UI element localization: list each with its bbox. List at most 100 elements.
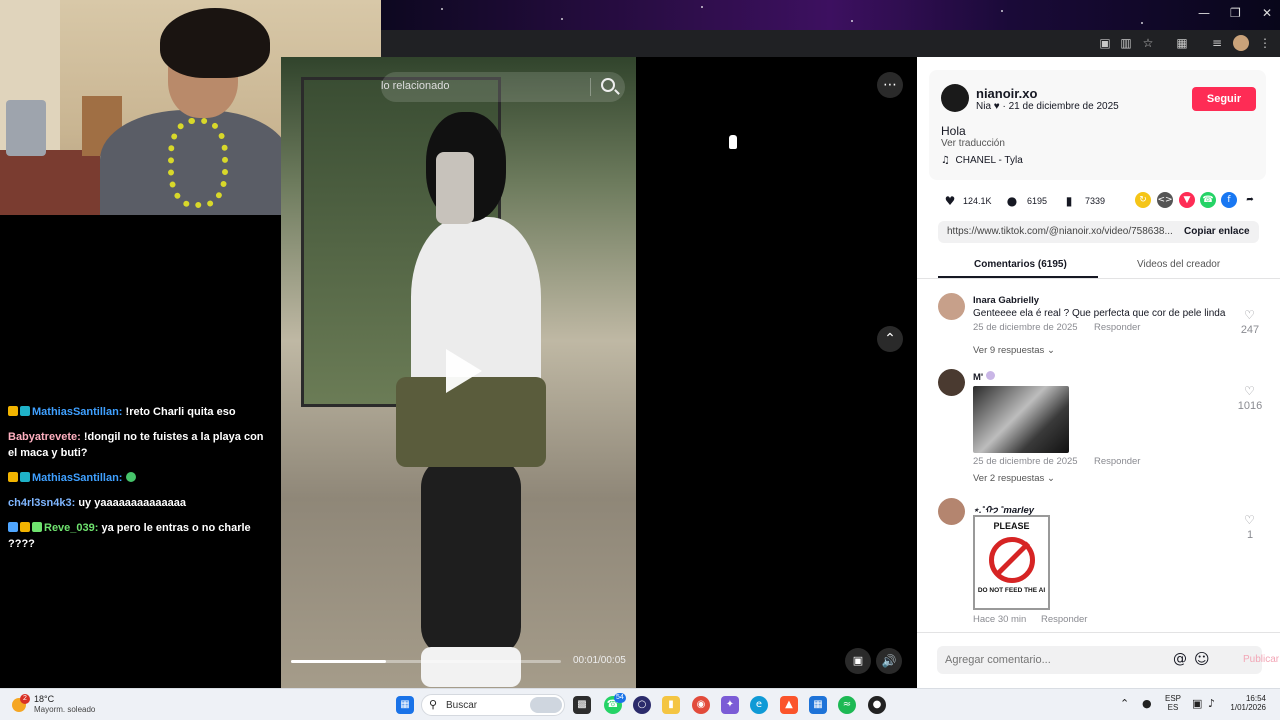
chevron-down-icon: ⌄ bbox=[1046, 345, 1055, 356]
extensions-icon[interactable]: ▦ bbox=[1174, 35, 1190, 51]
no-ai-sticker[interactable]: PLEASE DO NOT FEED THE AI bbox=[973, 515, 1050, 610]
chat-message: ch4rl3sn4k3: uy yaaaaaaaaaaaaaa bbox=[8, 495, 268, 511]
video-player[interactable]: 00:01/00:05 bbox=[281, 57, 636, 688]
tab-comments[interactable]: Comentarios (6195) bbox=[974, 259, 1067, 270]
author-username[interactable]: nianoir.xo bbox=[976, 86, 1037, 101]
comment-date: Hace 30 min bbox=[973, 614, 1027, 625]
minimize-icon[interactable]: — bbox=[1198, 6, 1210, 20]
volume-icon[interactable]: ♪ bbox=[1208, 697, 1215, 710]
bookmark-icon[interactable]: ▮ bbox=[1062, 194, 1076, 208]
windows-start-icon[interactable]: ▦ bbox=[396, 696, 414, 714]
reply-button[interactable]: Responder bbox=[1094, 322, 1140, 333]
weather-widget[interactable]: 2 18°C Mayorm. soleado bbox=[12, 694, 112, 718]
reply-button[interactable]: Responder bbox=[1094, 456, 1140, 467]
active-tab-indicator bbox=[938, 276, 1098, 278]
play-icon[interactable] bbox=[446, 349, 482, 393]
publish-button[interactable]: Publicar bbox=[1243, 654, 1279, 665]
commenter-avatar[interactable] bbox=[938, 369, 965, 396]
chrome-icon[interactable]: ◉ bbox=[692, 696, 710, 714]
search-highlight-image bbox=[530, 697, 562, 713]
cortana-icon[interactable]: ○ bbox=[633, 696, 651, 714]
reply-button[interactable]: Responder bbox=[1041, 614, 1087, 625]
microphone-icon[interactable]: ● bbox=[1142, 697, 1152, 710]
embed-icon[interactable]: <> bbox=[1157, 192, 1173, 208]
comment-input[interactable] bbox=[945, 652, 1165, 668]
see-translation-link[interactable]: Ver traducción bbox=[941, 138, 1005, 149]
related-search-text: lo relacionado bbox=[381, 80, 450, 92]
install-app-icon[interactable]: ▣ bbox=[1097, 35, 1113, 51]
video-progress-bar[interactable] bbox=[291, 660, 561, 663]
post-link[interactable]: https://www.tiktok.com/@nianoir.xo/video… bbox=[947, 226, 1175, 237]
file-explorer-icon[interactable]: ▮ bbox=[662, 696, 680, 714]
store-icon[interactable]: ▦ bbox=[809, 696, 827, 714]
language-indicator[interactable]: ESP ES bbox=[1163, 694, 1183, 712]
profile-avatar-icon[interactable] bbox=[1233, 35, 1249, 51]
comment-image[interactable] bbox=[973, 386, 1069, 453]
copilot-icon[interactable]: ✦ bbox=[721, 696, 739, 714]
menu-kebab-icon[interactable]: ⋮ bbox=[1257, 35, 1273, 51]
edge-icon[interactable]: e bbox=[750, 696, 768, 714]
chat-text: !reto Charli quita eso bbox=[125, 406, 236, 418]
comment-like-count: 247 bbox=[1240, 324, 1260, 336]
obs-icon[interactable]: ● bbox=[868, 696, 886, 714]
spotify-icon[interactable]: ≈ bbox=[838, 696, 856, 714]
browser-title-bar: — ❐ ✕ bbox=[381, 0, 1280, 30]
reading-list-icon[interactable]: ≡ bbox=[1209, 35, 1225, 51]
crown-badge-icon bbox=[8, 406, 18, 416]
comment-divider bbox=[917, 632, 1280, 633]
commenter-name[interactable]: M' bbox=[973, 371, 995, 383]
commenter-avatar[interactable] bbox=[938, 498, 965, 525]
music-link[interactable]: ♫ CHANEL - Tyla bbox=[941, 155, 1023, 166]
heart-icon[interactable]: ♥ bbox=[943, 194, 957, 208]
share-arrow-icon[interactable]: ➦ bbox=[1242, 192, 1258, 208]
comment-date: 25 de diciembre de 2025 bbox=[973, 322, 1078, 333]
author-display-name: Nia bbox=[976, 101, 992, 112]
commenter-avatar[interactable] bbox=[938, 293, 965, 320]
copy-link-button[interactable]: Copiar enlace bbox=[1184, 226, 1250, 237]
maximize-icon[interactable]: ❐ bbox=[1230, 6, 1241, 20]
view-replies-link[interactable]: Ver 9 respuestas ⌄ bbox=[973, 345, 1055, 356]
author-avatar[interactable] bbox=[941, 84, 969, 112]
commenter-name[interactable]: Inara Gabrielly bbox=[973, 295, 1039, 306]
close-icon[interactable]: ✕ bbox=[1262, 6, 1272, 20]
network-icon[interactable]: ▣ bbox=[1192, 697, 1202, 710]
more-options-icon[interactable]: ⋯ bbox=[877, 72, 903, 98]
video-time: 00:01/00:05 bbox=[573, 655, 626, 666]
previous-video-chevron-up-icon[interactable]: ⌃ bbox=[877, 326, 903, 352]
brave-icon[interactable]: ▲ bbox=[780, 696, 798, 714]
facebook-icon[interactable]: f bbox=[1221, 192, 1237, 208]
comment-like-count: 1016 bbox=[1237, 400, 1263, 412]
sticker-bottom-text: DO NOT FEED THE AI bbox=[977, 587, 1046, 594]
mention-icon[interactable]: @ bbox=[1173, 651, 1187, 667]
emoji-picker-icon[interactable]: ☺ bbox=[1194, 650, 1210, 668]
comment-like-icon[interactable]: ♡ bbox=[1244, 384, 1255, 398]
comment-icon[interactable]: ● bbox=[1005, 194, 1019, 208]
comment-like-icon[interactable]: ♡ bbox=[1244, 513, 1255, 527]
bookmark-star-icon[interactable]: ☆ bbox=[1140, 35, 1156, 51]
tab-creator-videos[interactable]: Videos del creador bbox=[1137, 259, 1220, 270]
tray-chevron-up-icon[interactable]: ⌃ bbox=[1120, 697, 1129, 710]
crown-badge-icon bbox=[8, 472, 18, 482]
picture-in-picture-icon[interactable]: ▣ bbox=[845, 648, 871, 674]
volume-icon[interactable]: 🔊 bbox=[876, 648, 902, 674]
weather-badge: 2 bbox=[20, 694, 30, 704]
view-replies-link[interactable]: Ver 2 respuestas ⌄ bbox=[973, 473, 1055, 484]
repost-icon[interactable]: ↻ bbox=[1135, 192, 1151, 208]
star-badge-icon bbox=[32, 522, 42, 532]
search-divider bbox=[590, 78, 591, 96]
taskbar-search[interactable]: ⚲ Buscar bbox=[421, 694, 565, 716]
weather-temp: 18°C bbox=[34, 694, 55, 704]
chat-user: Reve_039: bbox=[44, 522, 99, 534]
chat-message: Babyatrevete: !dongil no te fuistes a la… bbox=[8, 429, 268, 461]
follow-button[interactable]: Seguir bbox=[1192, 87, 1256, 111]
video-side-area: ⋯ ⌃ ▣ 🔊 bbox=[636, 57, 917, 688]
translate-icon[interactable]: ▥ bbox=[1118, 35, 1134, 51]
comment-like-icon[interactable]: ♡ bbox=[1244, 308, 1255, 322]
related-search-bar[interactable]: lo relacionado bbox=[381, 72, 625, 102]
task-view-icon[interactable]: ▩ bbox=[573, 696, 591, 714]
search-icon[interactable] bbox=[601, 78, 615, 92]
send-to-friend-icon[interactable]: ▼ bbox=[1179, 192, 1195, 208]
whatsapp-icon[interactable]: ☎ bbox=[1200, 192, 1216, 208]
post-details-panel: nianoir.xo Nia ♥ · 21 de diciembre de 20… bbox=[917, 57, 1280, 688]
clock[interactable]: 16:54 1/01/2026 bbox=[1226, 694, 1266, 712]
